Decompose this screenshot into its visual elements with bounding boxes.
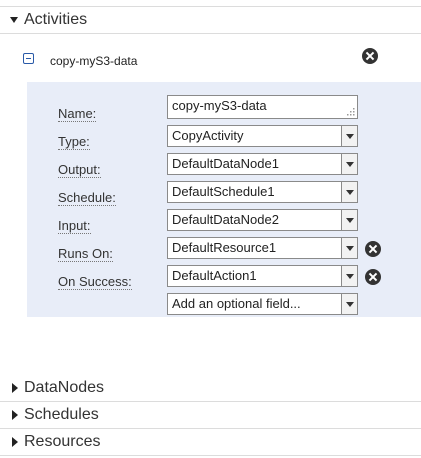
chevron-down-icon[interactable] xyxy=(341,294,357,314)
runs-on-select-value: DefaultResource1 xyxy=(172,240,277,255)
section-schedules-label: Schedules xyxy=(24,406,99,423)
triangle-right-icon xyxy=(12,437,18,447)
on-success-select-value: DefaultAction1 xyxy=(172,268,257,283)
section-activities[interactable]: Activities xyxy=(0,7,421,33)
chevron-down-icon[interactable] xyxy=(341,210,357,230)
section-resources-label: Resources xyxy=(24,433,101,450)
chevron-down-icon[interactable] xyxy=(341,182,357,202)
schedule-select-value: DefaultSchedule1 xyxy=(172,184,275,199)
x-circle-icon[interactable] xyxy=(365,241,381,257)
name-field[interactable]: copy-myS3-data xyxy=(167,95,358,119)
chevron-down-icon[interactable] xyxy=(341,126,357,146)
type-select[interactable]: CopyActivity xyxy=(167,125,358,147)
runs-on-label: Runs On: xyxy=(58,246,113,262)
optional-field-select[interactable]: Add an optional field... xyxy=(167,293,358,315)
runs-on-select[interactable]: DefaultResource1 xyxy=(167,237,358,259)
schedule-label: Schedule: xyxy=(58,190,116,206)
input-select-value: DefaultDataNode2 xyxy=(172,212,279,227)
output-select[interactable]: DefaultDataNode1 xyxy=(167,153,358,175)
resize-grip-icon[interactable] xyxy=(347,108,355,116)
minus-box-icon[interactable] xyxy=(23,53,34,64)
section-resources[interactable]: Resources xyxy=(0,429,421,455)
input-select[interactable]: DefaultDataNode2 xyxy=(167,209,358,231)
triangle-right-icon xyxy=(12,410,18,420)
chevron-down-icon[interactable] xyxy=(341,238,357,258)
x-circle-icon[interactable] xyxy=(365,269,381,285)
section-activities-label: Activities xyxy=(24,11,88,28)
on-success-select[interactable]: DefaultAction1 xyxy=(167,265,358,287)
section-schedules[interactable]: Schedules xyxy=(0,402,421,428)
schedule-select[interactable]: DefaultSchedule1 xyxy=(167,181,358,203)
activity-item-header: copy-myS3-data xyxy=(23,50,393,72)
output-select-value: DefaultDataNode1 xyxy=(172,156,279,171)
chevron-down-icon[interactable] xyxy=(341,154,357,174)
name-label: Name: xyxy=(58,106,97,122)
triangle-down-icon xyxy=(10,17,18,23)
x-circle-icon[interactable] xyxy=(362,48,378,64)
type-select-value: CopyActivity xyxy=(172,128,244,143)
section-datanodes-label: DataNodes xyxy=(24,379,105,396)
section-datanodes[interactable]: DataNodes xyxy=(0,375,421,401)
type-label: Type: xyxy=(58,134,90,150)
optional-field-select-value: Add an optional field... xyxy=(172,296,301,311)
output-label: Output: xyxy=(58,162,101,178)
triangle-right-icon xyxy=(12,383,18,393)
resources-divider xyxy=(0,455,421,456)
input-label: Input: xyxy=(58,218,91,234)
chevron-down-icon[interactable] xyxy=(341,266,357,286)
on-success-label: On Success: xyxy=(58,274,132,290)
activity-title: copy-myS3-data xyxy=(50,54,138,68)
activities-divider xyxy=(0,33,421,34)
name-field-value: copy-myS3-data xyxy=(172,98,267,113)
